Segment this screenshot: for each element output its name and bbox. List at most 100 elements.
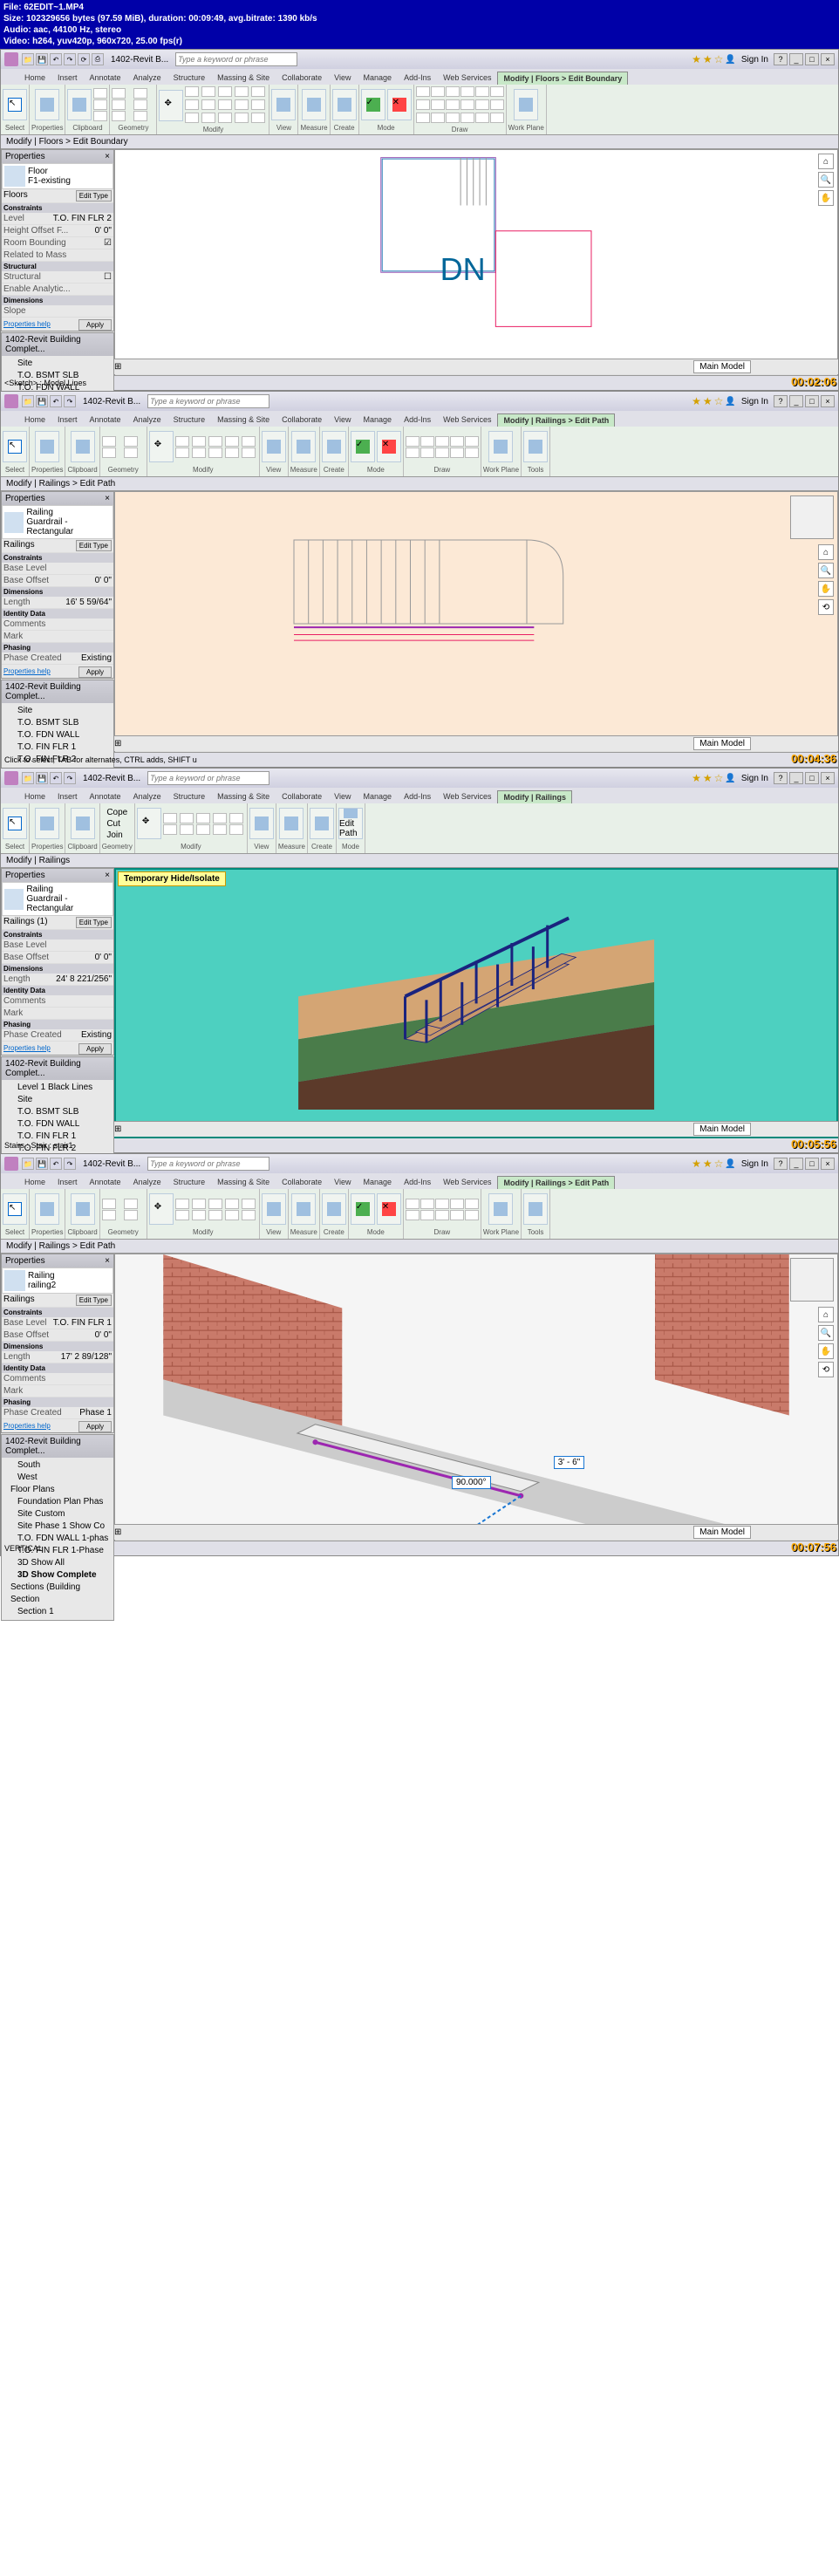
align-icon[interactable]	[185, 86, 199, 97]
array-icon[interactable]	[201, 113, 215, 123]
dimension-label[interactable]: 3' - 6"	[554, 1456, 584, 1469]
spline-icon[interactable]	[416, 113, 430, 123]
finish-button[interactable]: ✓	[361, 89, 385, 120]
qat-undo-icon[interactable]: ↶	[50, 53, 62, 65]
create-button[interactable]	[332, 89, 357, 120]
model-tab[interactable]: Main Model	[693, 360, 751, 373]
home-icon[interactable]: ⌂	[818, 154, 834, 169]
window-title: 1402-Revit B...	[111, 55, 168, 65]
circle-icon[interactable]	[460, 86, 474, 97]
join-button[interactable]: Join	[106, 830, 127, 840]
tree-item[interactable]: Site	[3, 358, 112, 370]
pin-icon[interactable]	[235, 113, 249, 123]
context-bar: Modify | Floors > Edit Boundary	[1, 135, 838, 149]
view-cube[interactable]	[790, 1258, 834, 1302]
finish-button[interactable]: ✓	[351, 431, 375, 462]
offset-icon[interactable]	[201, 86, 215, 97]
cut-icon[interactable]	[93, 88, 107, 99]
cut-button[interactable]: Cut	[106, 819, 127, 829]
tab-collaborate[interactable]: Collaborate	[276, 71, 328, 85]
ribbon-tabs: Home Insert Annotate Analyze Structure M…	[1, 69, 838, 85]
cope-button[interactable]: Cope	[106, 808, 127, 817]
edit-path-button[interactable]: Edit Path	[338, 808, 363, 839]
trim-icon[interactable]	[185, 113, 199, 123]
properties-button[interactable]	[35, 89, 59, 120]
screenshot-2: 📁💾↶↷ 1402-Revit B... ★★☆👤Sign In?_□× Hom…	[0, 391, 839, 768]
minimize-icon[interactable]: _	[789, 53, 803, 65]
pick-icon[interactable]	[460, 113, 474, 123]
qat-save-icon[interactable]: 💾	[36, 53, 48, 65]
workset-icon[interactable]: ⊞	[114, 362, 121, 372]
copy-icon[interactable]	[93, 99, 107, 110]
tab-annotate[interactable]: Annotate	[84, 71, 127, 85]
props-help-link[interactable]: Properties help	[3, 320, 51, 328]
cope-icon[interactable]	[112, 88, 126, 99]
tab-massing[interactable]: Massing & Site	[211, 71, 276, 85]
edit-type-button[interactable]: Edit Type	[76, 190, 112, 202]
pan-icon[interactable]: ✋	[818, 190, 834, 206]
qat-redo-icon[interactable]: ↷	[64, 53, 76, 65]
search-input[interactable]	[147, 394, 269, 408]
join-icon[interactable]	[112, 111, 126, 121]
modify-button[interactable]: ↖	[3, 89, 27, 120]
tab-context[interactable]: Modify | Floors > Edit Boundary	[497, 72, 628, 85]
split-icon[interactable]	[201, 99, 215, 110]
dn-label: DN	[440, 251, 486, 288]
help-icon[interactable]: ?	[774, 53, 788, 65]
type-selector[interactable]: FloorF1-existing	[2, 163, 113, 189]
tab-home[interactable]: Home	[18, 71, 51, 85]
close-panel-icon[interactable]: ×	[105, 152, 110, 161]
rotate-icon[interactable]	[185, 99, 199, 110]
close-icon[interactable]: ×	[821, 53, 835, 65]
cancel-button[interactable]: ✕	[387, 89, 412, 120]
screenshot-4: 📁💾↶↷ 1402-Revit B... ★★☆👤Sign In?_□× Hom…	[0, 1153, 839, 1556]
tab-addins[interactable]: Add-Ins	[398, 71, 437, 85]
cancel-button[interactable]: ✕	[377, 431, 401, 462]
apply-button[interactable]: Apply	[78, 319, 112, 331]
mirror-icon[interactable]	[218, 86, 232, 97]
rect-icon[interactable]	[431, 86, 445, 97]
move-button[interactable]: ✥	[159, 90, 183, 121]
drawing-viewport[interactable]: Temporary Hide/Isolate 1/8" = 1'-0"▫◐	[114, 868, 838, 1138]
scale-icon[interactable]	[218, 113, 232, 123]
app-icon[interactable]	[4, 394, 18, 408]
drawing-viewport[interactable]: ⌂🔍✋⟲ 1/8" = 1'-0"▫◐☀	[114, 491, 838, 753]
star-icon[interactable]: ★	[703, 53, 713, 65]
polygon-icon[interactable]	[446, 86, 460, 97]
tab-webservices[interactable]: Web Services	[437, 71, 497, 85]
delete-icon[interactable]	[251, 113, 265, 123]
app-icon[interactable]	[4, 52, 18, 66]
tab-context[interactable]: Modify | Railings > Edit Path	[497, 413, 615, 427]
titlebar: 📁 💾 ↶ ↷ ⟳ ⎙ 1402-Revit B... ★ ★ ☆ 👤 Sign…	[1, 50, 838, 69]
workplane-button[interactable]	[514, 89, 538, 120]
qat-print-icon[interactable]: ⎙	[92, 53, 104, 65]
star-icon[interactable]: ★	[692, 53, 701, 65]
cut-geom-icon[interactable]	[112, 99, 126, 110]
paste-button[interactable]	[67, 89, 92, 120]
tab-structure[interactable]: Structure	[167, 71, 212, 85]
tab-insert[interactable]: Insert	[51, 71, 84, 85]
view-button[interactable]	[271, 89, 296, 120]
tab-manage[interactable]: Manage	[358, 71, 399, 85]
drawing-viewport[interactable]: DN ⌂ 🔍 ✋ 1/8" = 1'-0" ▫◐☀▦	[114, 149, 838, 376]
line-icon[interactable]	[416, 86, 430, 97]
titlebar: 📁💾↶↷ 1402-Revit B... ★★☆👤Sign In?_□×	[1, 392, 838, 411]
view-cube[interactable]	[790, 495, 834, 539]
qat-sync-icon[interactable]: ⟳	[78, 53, 90, 65]
tab-view[interactable]: View	[328, 71, 357, 85]
star-icon[interactable]: ☆	[714, 53, 724, 65]
ellipse-icon[interactable]	[431, 113, 445, 123]
drawing-viewport[interactable]: 3' - 6" 90.000° ⌂🔍✋⟲ 1/8" = 1'-0"▫◐	[114, 1254, 838, 1541]
angle-label[interactable]: 90.000°	[452, 1476, 491, 1489]
maximize-icon[interactable]: □	[805, 53, 819, 65]
search-input[interactable]	[175, 52, 297, 66]
signin-link[interactable]: Sign In	[741, 55, 768, 65]
match-icon[interactable]	[93, 111, 107, 121]
arc-icon[interactable]	[416, 99, 430, 110]
screenshot-3: 📁💾↶↷ 1402-Revit B... ★★☆👤Sign In?_□× Hom…	[0, 768, 839, 1153]
qat-open-icon[interactable]: 📁	[22, 53, 34, 65]
zoom-icon[interactable]: 🔍	[818, 172, 834, 188]
measure-button[interactable]	[302, 89, 326, 120]
tab-analyze[interactable]: Analyze	[127, 71, 167, 85]
user-icon[interactable]: 👤	[725, 55, 735, 65]
